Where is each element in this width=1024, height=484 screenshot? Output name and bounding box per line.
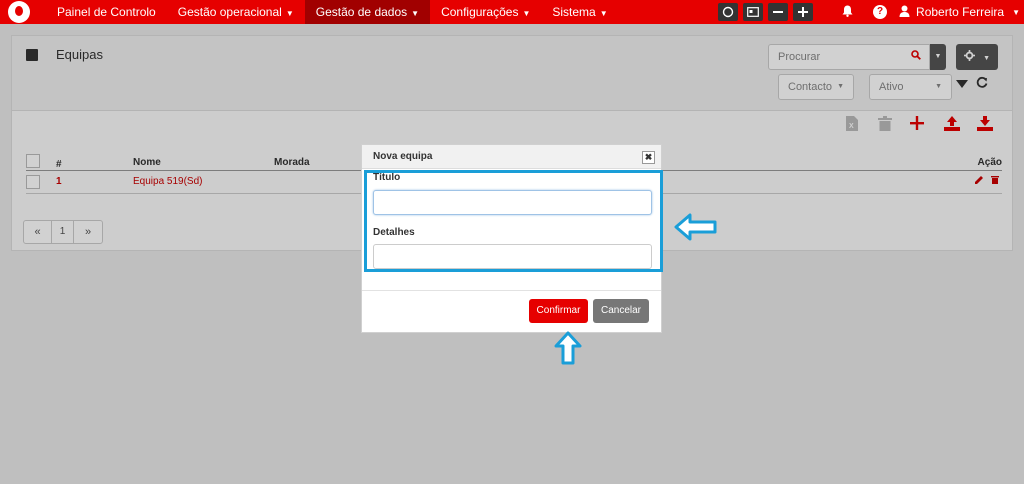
zoom-out-icon[interactable] bbox=[768, 3, 789, 21]
highlight-box bbox=[364, 170, 663, 272]
modal-divider bbox=[362, 290, 661, 291]
cancel-button[interactable]: Cancelar bbox=[593, 299, 649, 323]
arrow-left-icon bbox=[674, 213, 717, 241]
help-icon[interactable]: ? bbox=[873, 5, 888, 19]
chevron-down-icon: ▼ bbox=[285, 9, 294, 18]
arrow-up-icon bbox=[554, 331, 582, 365]
nav-gestao-de-dados[interactable]: Gestão de dados ▼ bbox=[304, 0, 431, 24]
chevron-down-icon: ▼ bbox=[522, 9, 531, 18]
nav-sistema[interactable]: Sistema ▼ bbox=[541, 0, 618, 24]
modal-title: Nova equipa bbox=[373, 151, 433, 162]
nav-painel-de-controlo[interactable]: Painel de Controlo bbox=[46, 0, 167, 24]
nav-configuracoes[interactable]: Configurações ▼ bbox=[430, 0, 541, 24]
user-icon bbox=[899, 5, 910, 20]
chat-icon[interactable] bbox=[718, 3, 739, 21]
bell-icon[interactable] bbox=[837, 5, 857, 20]
top-navbar: Painel de Controlo Gestão operacional ▼ G… bbox=[0, 0, 1024, 24]
chevron-down-icon: ▼ bbox=[411, 9, 420, 18]
close-icon[interactable]: ✖ bbox=[642, 151, 655, 164]
top-right-actions: ? Roberto Ferreira ▼ bbox=[718, 0, 1024, 24]
id-card-icon[interactable] bbox=[743, 3, 764, 21]
zoom-in-icon[interactable] bbox=[793, 3, 814, 21]
modal-header: Nova equipa ✖ bbox=[362, 145, 661, 169]
nav-gestao-operacional[interactable]: Gestão operacional ▼ bbox=[167, 0, 305, 24]
user-menu[interactable]: Roberto Ferreira ▼ bbox=[899, 5, 1020, 20]
brand-logo[interactable] bbox=[8, 1, 30, 23]
confirm-button[interactable]: Confirmar bbox=[529, 299, 588, 323]
chevron-down-icon: ▼ bbox=[1012, 7, 1020, 17]
user-name: Roberto Ferreira bbox=[916, 5, 1005, 19]
chevron-down-icon: ▼ bbox=[599, 9, 608, 18]
